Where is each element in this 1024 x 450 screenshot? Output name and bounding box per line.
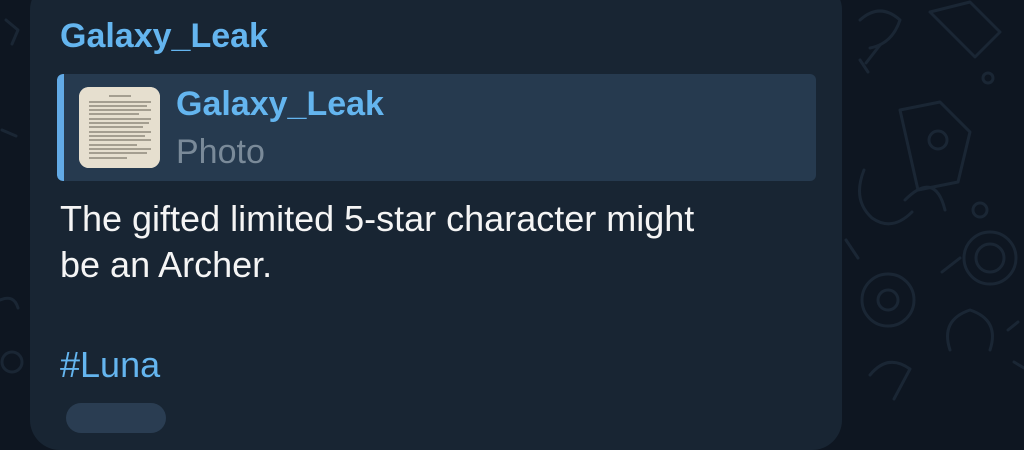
message-text-line: be an Archer. xyxy=(60,244,273,285)
hashtag-link[interactable]: #Luna xyxy=(60,342,160,388)
message-text-line: The gifted limited 5-star character migh… xyxy=(60,198,695,239)
sender-name[interactable]: Galaxy_Leak xyxy=(60,16,268,56)
message-text: The gifted limited 5-star character migh… xyxy=(60,196,820,288)
reaction-badge[interactable] xyxy=(66,403,166,433)
document-photo-icon xyxy=(79,87,160,168)
reply-author: Galaxy_Leak xyxy=(176,85,384,123)
reply-thumbnail xyxy=(79,87,160,168)
reply-accent-bar xyxy=(57,74,64,181)
reply-media-type: Photo xyxy=(176,133,265,171)
reply-preview[interactable]: Galaxy_Leak Photo xyxy=(57,74,816,181)
